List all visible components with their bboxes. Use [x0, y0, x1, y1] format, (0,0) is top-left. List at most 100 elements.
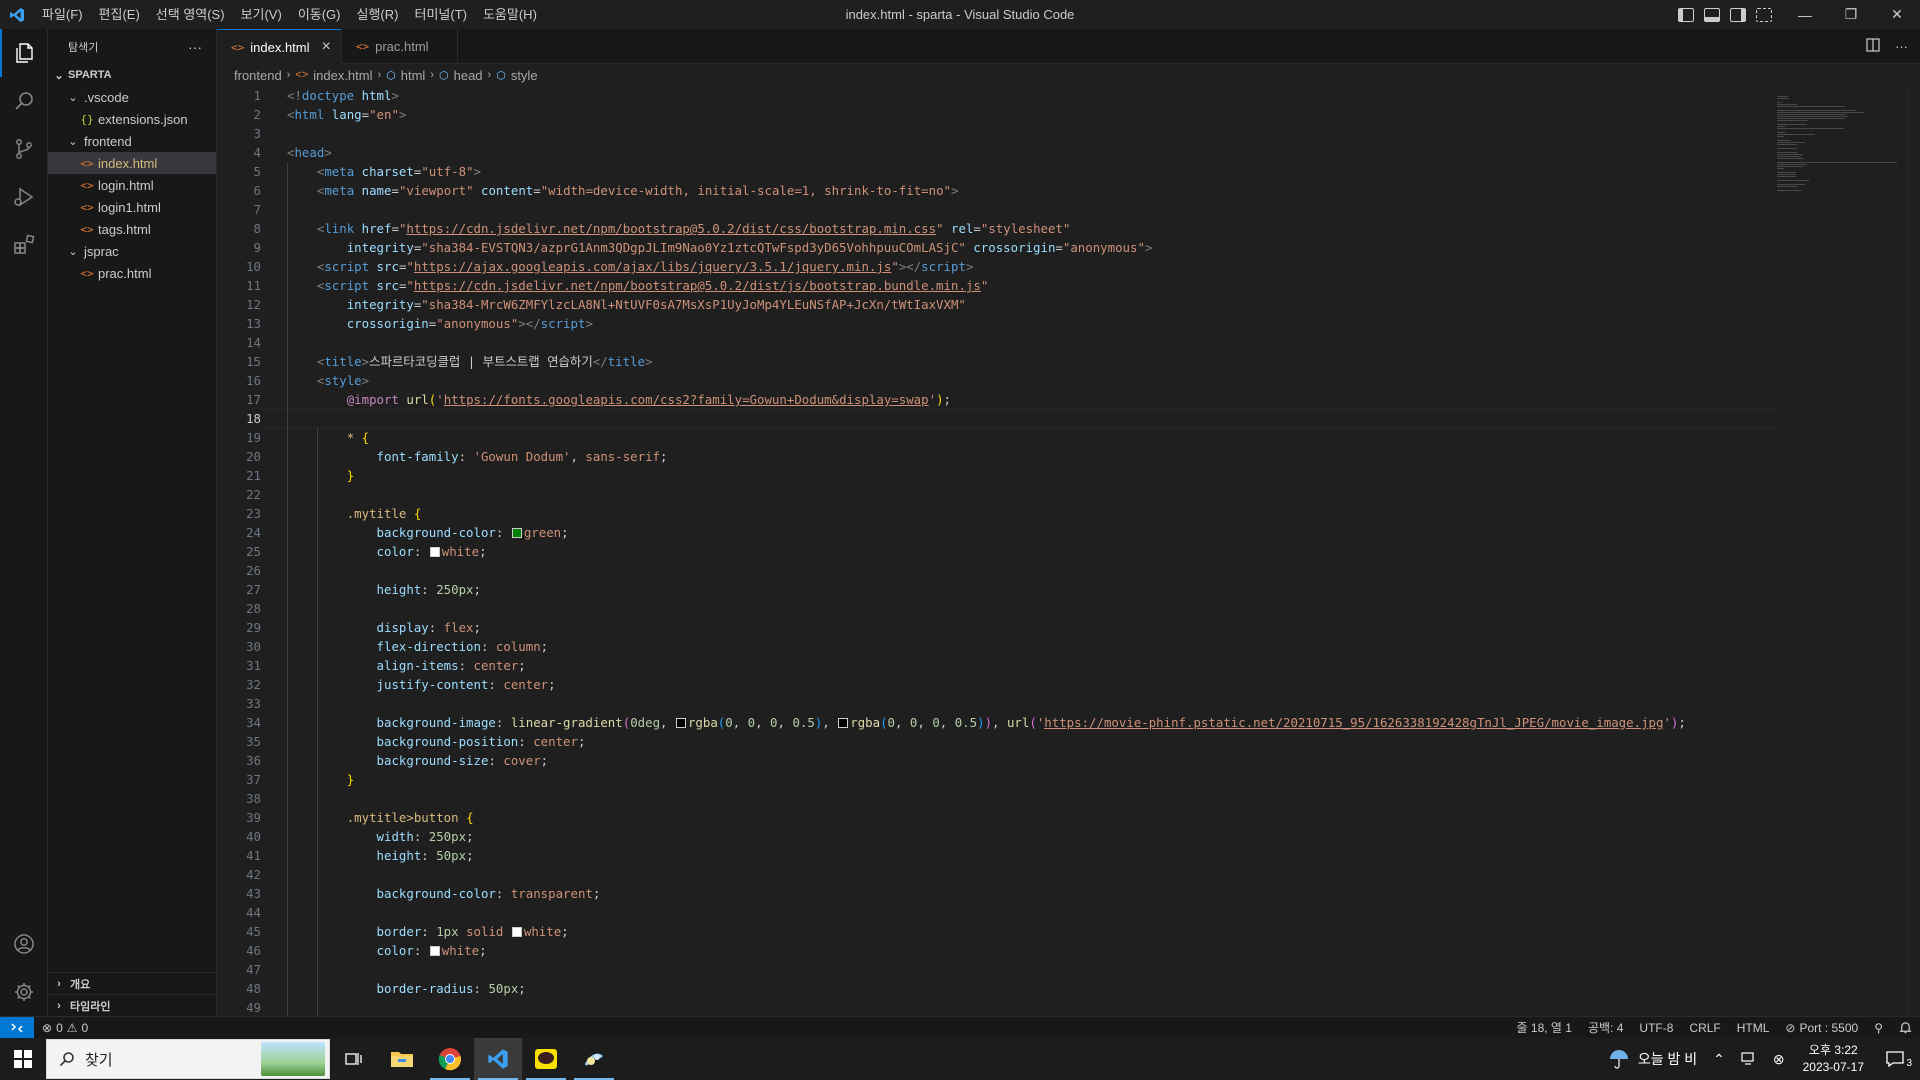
code-line[interactable]: 41 height: 50px;	[217, 846, 1777, 865]
code-line[interactable]: 15 <title>스파르타코딩클럽 | 부트스트랩 연습하기</title>	[217, 352, 1777, 371]
breadcrumb-item[interactable]: head	[454, 68, 483, 83]
restore-icon[interactable]: ❐	[1828, 0, 1874, 29]
code-line[interactable]: 17 @import url('https://fonts.googleapis…	[217, 390, 1777, 409]
source-control-icon[interactable]	[0, 125, 48, 173]
code-line[interactable]: 27 height: 250px;	[217, 580, 1777, 599]
file-explorer-icon[interactable]	[378, 1038, 426, 1080]
color-swatch[interactable]	[429, 547, 440, 557]
code-line[interactable]: 24 background-color: green;	[217, 523, 1777, 542]
feedback-icon[interactable]: ⚲	[1866, 1021, 1891, 1035]
color-swatch[interactable]	[675, 718, 686, 728]
tree-file[interactable]: <> login1.html	[48, 196, 216, 218]
code-line[interactable]: 40 width: 250px;	[217, 827, 1777, 846]
color-swatch[interactable]	[511, 528, 522, 538]
code-line[interactable]: 43 background-color: transparent;	[217, 884, 1777, 903]
minimize-icon[interactable]: —	[1782, 0, 1828, 29]
tree-file[interactable]: <> tags.html	[48, 218, 216, 240]
code-line[interactable]: 12 integrity="sha384-MrcW6ZMFYlzcLA8Nl+N…	[217, 295, 1777, 314]
menu-item[interactable]: 편집(E)	[91, 0, 148, 29]
task-view-icon[interactable]	[330, 1038, 378, 1080]
code-line[interactable]: 11 <script src="https://cdn.jsdelivr.net…	[217, 276, 1777, 295]
more-actions-icon[interactable]: ···	[1895, 39, 1908, 54]
code-line[interactable]: 1 <!doctype html>	[217, 86, 1777, 105]
tab-prac-html[interactable]: <> prac.html	[342, 29, 458, 64]
timeline-section[interactable]: › 타임라인	[48, 994, 217, 1016]
tree-folder[interactable]: ⌄ .vscode	[48, 86, 216, 108]
code-line[interactable]: 35 background-position: center;	[217, 732, 1777, 751]
menu-item[interactable]: 실행(R)	[349, 0, 407, 29]
menu-item[interactable]: 선택 영역(S)	[148, 0, 233, 29]
code-line[interactable]: 25 color: white;	[217, 542, 1777, 561]
toggle-primary-sidebar-icon[interactable]	[1678, 7, 1694, 22]
code-line[interactable]: 3	[217, 124, 1777, 143]
taskbar-clock[interactable]: 오후 3:22 2023-07-17	[1793, 1042, 1874, 1076]
tree-folder[interactable]: ⌄ jsprac	[48, 240, 216, 262]
notifications-bell-icon[interactable]	[1891, 1021, 1920, 1034]
code-line[interactable]: 8 <link href="https://cdn.jsdelivr.net/n…	[217, 219, 1777, 238]
code-line[interactable]: 31 align-items: center;	[217, 656, 1777, 675]
tree-folder[interactable]: ⌄ frontend	[48, 130, 216, 152]
code-line[interactable]: 20 font-family: 'Gowun Dodum', sans-seri…	[217, 447, 1777, 466]
minimap[interactable]	[1777, 86, 1907, 1016]
code-line[interactable]: 7	[217, 200, 1777, 219]
menu-item[interactable]: 터미널(T)	[406, 0, 474, 29]
menu-item[interactable]: 도움말(H)	[475, 0, 545, 29]
problems-indicator[interactable]: ⊗ 0 ⚠ 0	[34, 1021, 96, 1035]
code-line[interactable]: 14	[217, 333, 1777, 352]
tray-overflow-icon[interactable]: ⌃	[1705, 1051, 1733, 1068]
code-line[interactable]: 26	[217, 561, 1777, 580]
code-line[interactable]: 36 background-size: cover;	[217, 751, 1777, 770]
code-line[interactable]: 49	[217, 998, 1777, 1016]
color-swatch[interactable]	[511, 927, 522, 937]
tree-file[interactable]: <> prac.html	[48, 262, 216, 284]
kakaotalk-icon[interactable]	[522, 1038, 570, 1080]
toggle-panel-icon[interactable]	[1704, 7, 1720, 22]
code-line[interactable]: 32 justify-content: center;	[217, 675, 1777, 694]
tree-file[interactable]: <> login.html	[48, 174, 216, 196]
code-line[interactable]: 39 .mytitle>button {	[217, 808, 1777, 827]
volume-muted-icon[interactable]: ⊗	[1765, 1051, 1793, 1068]
notification-center-icon[interactable]: 3	[1874, 1051, 1920, 1069]
customize-layout-icon[interactable]	[1756, 7, 1772, 22]
line-ending[interactable]: CRLF	[1681, 1021, 1728, 1035]
extensions-icon[interactable]	[0, 221, 48, 269]
code-line[interactable]: 42	[217, 865, 1777, 884]
explorer-icon[interactable]	[0, 29, 48, 77]
code-line[interactable]: 47	[217, 960, 1777, 979]
code-line[interactable]: 30 flex-direction: column;	[217, 637, 1777, 656]
code-line[interactable]: 23 .mytitle {	[217, 504, 1777, 523]
language-mode[interactable]: HTML	[1729, 1021, 1778, 1035]
code-line[interactable]: 29 display: flex;	[217, 618, 1777, 637]
taskbar-search[interactable]: 찾기	[46, 1039, 330, 1079]
color-swatch[interactable]	[429, 946, 440, 956]
split-editor-icon[interactable]	[1865, 37, 1881, 56]
tree-file[interactable]: <> index.html	[48, 152, 216, 174]
tab-index-html[interactable]: <> index.html ×	[217, 29, 342, 64]
vertical-scrollbar[interactable]	[1907, 86, 1920, 1016]
workspace-root[interactable]: ⌄ SPARTA	[48, 64, 216, 86]
encoding[interactable]: UTF-8	[1631, 1021, 1681, 1035]
code-line[interactable]: 28	[217, 599, 1777, 618]
menu-item[interactable]: 이동(G)	[290, 0, 349, 29]
code-editor[interactable]: 1 <!doctype html> 2 <html lang="en"> 3 4 <head…	[217, 86, 1777, 1016]
code-line[interactable]: 38	[217, 789, 1777, 808]
code-line[interactable]: 48 border-radius: 50px;	[217, 979, 1777, 998]
menu-item[interactable]: 보기(V)	[233, 0, 290, 29]
code-line[interactable]: 18	[217, 409, 1777, 428]
outline-section[interactable]: › 개요	[48, 972, 217, 994]
code-line[interactable]: 19 * {	[217, 428, 1777, 447]
live-server-port[interactable]: ⊘ Port : 5500	[1777, 1021, 1866, 1035]
menu-item[interactable]: 파일(F)	[34, 0, 91, 29]
breadcrumb-item[interactable]: index.html	[313, 68, 372, 83]
code-line[interactable]: 33	[217, 694, 1777, 713]
indentation[interactable]: 공백: 4	[1580, 1019, 1631, 1036]
code-line[interactable]: 45 border: 1px solid white;	[217, 922, 1777, 941]
vscode-taskbar-icon[interactable]	[474, 1038, 522, 1080]
code-line[interactable]: 22	[217, 485, 1777, 504]
code-line[interactable]: 4 <head>	[217, 143, 1777, 162]
breadcrumb-item[interactable]: html	[401, 68, 426, 83]
cursor-position[interactable]: 줄 18, 열 1	[1509, 1019, 1580, 1036]
code-line[interactable]: 21 }	[217, 466, 1777, 485]
code-line[interactable]: 44	[217, 903, 1777, 922]
chrome-icon[interactable]	[426, 1038, 474, 1080]
